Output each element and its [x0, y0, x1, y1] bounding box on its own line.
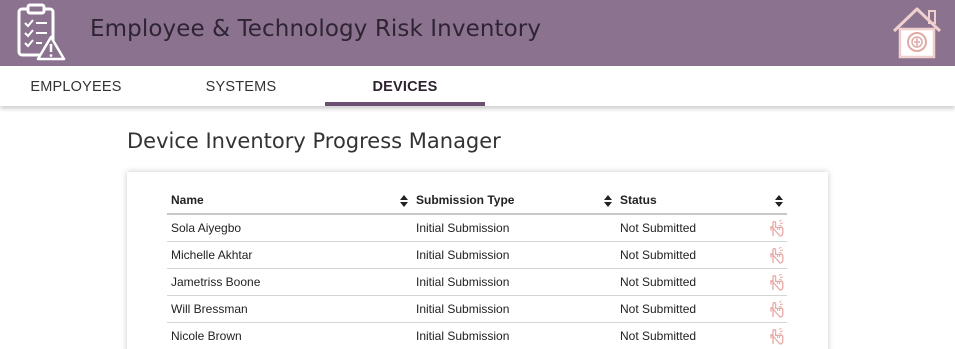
table-row[interactable]: Nicole Brown Initial Submission Not Subm…: [167, 322, 787, 349]
sort-icon[interactable]: [775, 195, 783, 207]
cell-submission-type: Initial Submission: [412, 214, 616, 242]
column-header-label: Name: [171, 192, 204, 207]
tab-bar: EMPLOYEES SYSTEMS DEVICES: [0, 66, 955, 106]
cell-submission-type: Initial Submission: [412, 241, 616, 269]
tab-devices[interactable]: DEVICES: [325, 66, 485, 106]
page-title: Device Inventory Progress Manager: [127, 129, 501, 153]
sort-icon[interactable]: [400, 195, 408, 207]
home-icon[interactable]: [888, 3, 946, 61]
app-header: Employee & Technology Risk Inventory: [0, 0, 955, 66]
cell-status: Not Submitted: [616, 214, 766, 242]
cell-status: Not Submitted: [616, 241, 766, 269]
clipboard-warning-icon: [17, 3, 66, 61]
table-body: Sola Aiyegbo Initial Submission Not Subm…: [167, 214, 787, 349]
cell-name: Nicole Brown: [167, 322, 412, 349]
table-row[interactable]: Jametriss Boone Initial Submission Not S…: [167, 268, 787, 296]
hand-pointer-icon[interactable]: [768, 327, 786, 345]
table-row[interactable]: Sola Aiyegbo Initial Submission Not Subm…: [167, 214, 787, 242]
active-tab-indicator: [325, 102, 485, 106]
cell-action: [766, 322, 787, 349]
app-title: Employee & Technology Risk Inventory: [90, 16, 542, 42]
sort-icon[interactable]: [604, 195, 612, 207]
table-row[interactable]: Michelle Akhtar Initial Submission Not S…: [167, 241, 787, 269]
hand-pointer-icon[interactable]: [768, 273, 786, 291]
cell-name: Jametriss Boone: [167, 268, 412, 296]
hand-pointer-icon[interactable]: [768, 246, 786, 264]
inventory-card: Name Submission Type Status Sola Aiyegbo…: [127, 172, 828, 349]
table-row[interactable]: Will Bressman Initial Submission Not Sub…: [167, 295, 787, 323]
hand-pointer-icon[interactable]: [768, 300, 786, 318]
cell-status: Not Submitted: [616, 268, 766, 296]
column-header-label: Status: [620, 192, 657, 207]
cell-action: [766, 295, 787, 323]
cell-action: [766, 268, 787, 296]
hand-pointer-icon[interactable]: [768, 219, 786, 237]
tab-systems[interactable]: SYSTEMS: [165, 66, 317, 106]
column-header-name[interactable]: Name: [167, 186, 412, 215]
table-header-row: Name Submission Type Status: [167, 186, 787, 215]
cell-status: Not Submitted: [616, 322, 766, 349]
cell-name: Sola Aiyegbo: [167, 214, 412, 242]
column-header-label: Submission Type: [416, 192, 515, 207]
cell-name: Will Bressman: [167, 295, 412, 323]
cell-submission-type: Initial Submission: [412, 268, 616, 296]
cell-submission-type: Initial Submission: [412, 295, 616, 323]
cell-action: [766, 214, 787, 242]
column-header-status[interactable]: Status: [616, 186, 766, 215]
cell-submission-type: Initial Submission: [412, 322, 616, 349]
cell-action: [766, 241, 787, 269]
column-header-submission-type[interactable]: Submission Type: [412, 186, 616, 215]
cell-name: Michelle Akhtar: [167, 241, 412, 269]
cell-status: Not Submitted: [616, 295, 766, 323]
column-header-action[interactable]: [766, 186, 787, 215]
tab-employees[interactable]: EMPLOYEES: [0, 66, 152, 106]
inventory-table: Name Submission Type Status Sola Aiyegbo…: [167, 186, 787, 349]
